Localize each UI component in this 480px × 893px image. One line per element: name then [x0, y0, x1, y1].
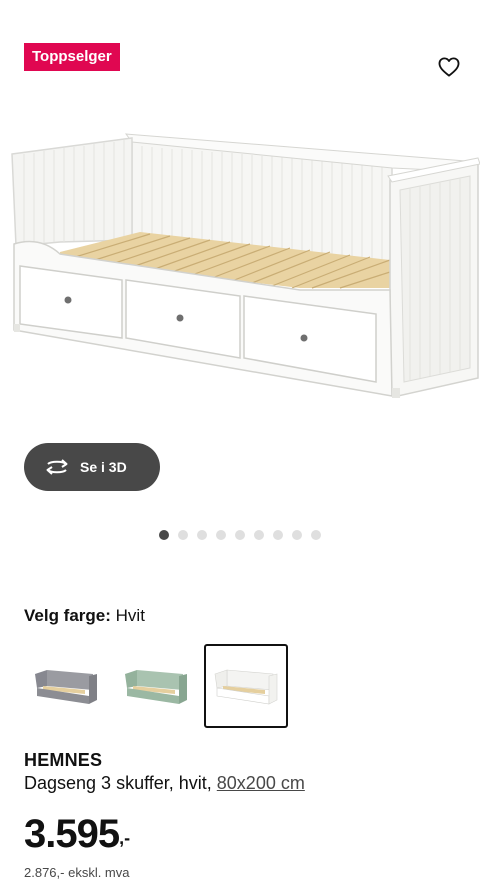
- carousel-dot[interactable]: [178, 530, 188, 540]
- rotate-3d-icon: [46, 459, 68, 475]
- carousel-dot[interactable]: [254, 530, 264, 540]
- daybed-white-thumbnail: [214, 669, 278, 705]
- carousel-dot[interactable]: [235, 530, 245, 540]
- carousel-dot[interactable]: [311, 530, 321, 540]
- color-value: Hvit: [115, 606, 145, 625]
- color-label: Velg farge:: [24, 606, 111, 625]
- price-ex-vat: 2.876,- ekskl. mva: [24, 865, 130, 880]
- carousel-pagination: [0, 530, 480, 540]
- view-in-3d-label: Se i 3D: [80, 459, 127, 475]
- view-in-3d-button[interactable]: Se i 3D: [24, 443, 160, 491]
- price-suffix: ,-: [119, 828, 131, 848]
- carousel-dot[interactable]: [159, 530, 169, 540]
- product-price: 3.595 ,-: [24, 812, 130, 857]
- daybed-grey-thumbnail: [35, 670, 97, 704]
- carousel-dot[interactable]: [197, 530, 207, 540]
- carousel-dot[interactable]: [292, 530, 302, 540]
- heart-outline-icon: [438, 57, 460, 77]
- color-swatches: [24, 644, 288, 728]
- carousel-dot[interactable]: [216, 530, 226, 540]
- color-selector: Velg farge: Hvit: [24, 606, 145, 626]
- product-name: HEMNES: [24, 750, 103, 770]
- price-value: 3.595: [24, 812, 120, 856]
- product-description-text: Dagseng 3 skuffer, hvit,: [24, 773, 217, 793]
- carousel-dot[interactable]: [273, 530, 283, 540]
- swatch-green[interactable]: [114, 644, 198, 728]
- daybed-green-thumbnail: [125, 670, 187, 704]
- favorite-button[interactable]: [434, 52, 464, 82]
- top-seller-badge: Toppselger: [24, 43, 120, 71]
- product-description: Dagseng 3 skuffer, hvit, 80x200 cm: [24, 773, 305, 794]
- swatch-white[interactable]: [204, 644, 288, 728]
- product-image: [11, 133, 480, 398]
- swatch-grey[interactable]: [24, 644, 108, 728]
- size-link[interactable]: 80x200 cm: [217, 773, 305, 793]
